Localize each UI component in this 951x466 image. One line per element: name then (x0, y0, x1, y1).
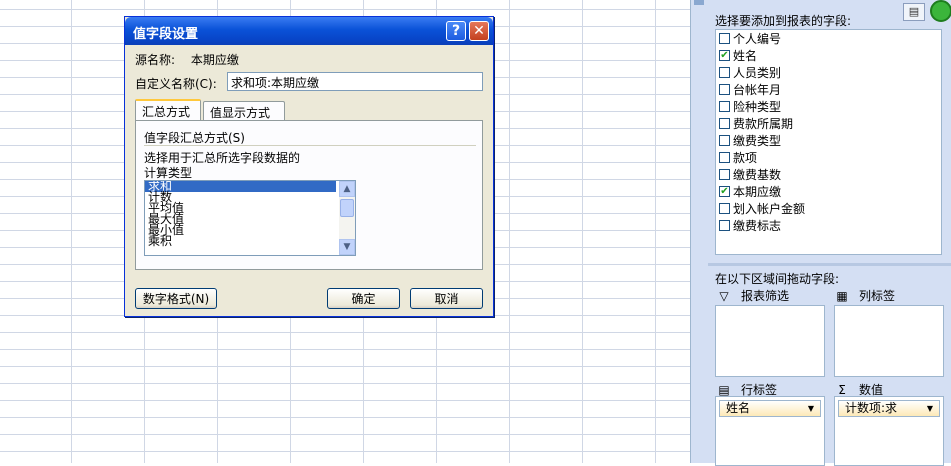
summary-group-title: 值字段汇总方式(S) (144, 131, 245, 145)
checkbox[interactable] (719, 67, 730, 78)
group-divider (144, 145, 476, 146)
pane-splitter[interactable] (690, 0, 708, 463)
tab-show-values-as[interactable]: 值显示方式 (203, 101, 285, 121)
checkbox-checked[interactable]: ✔ (719, 186, 730, 197)
column-labels-label: ▦ 列标签 (836, 288, 896, 303)
source-name-row: 源名称: 本期应缴 (135, 51, 251, 68)
scroll-down-icon[interactable]: ▼ (339, 239, 355, 255)
layout-options-icon[interactable]: ▤ (903, 3, 925, 21)
field-list: 个人编号 ✔ 姓名 人员类别 台帐年月 险种类型 费款所属期 缴费类型 款项 缴费… (715, 29, 942, 255)
value-field-settings-dialog: 值字段设置 ? ✕ 源名称: 本期应缴 自定义名称(C): 求和项:本期应缴 值… (124, 16, 494, 317)
custom-name-input[interactable]: 求和项:本期应缴 (227, 72, 483, 91)
filter-icon: ▽ (719, 288, 729, 303)
function-option[interactable]: 最小值 (145, 224, 336, 236)
pane-divider[interactable] (708, 263, 951, 266)
row-field-chip[interactable]: 姓名 ▼ (719, 400, 821, 417)
ok-button[interactable]: 确定 (327, 288, 400, 309)
checkbox[interactable] (719, 84, 730, 95)
field-item[interactable]: 缴费标志 (719, 217, 781, 234)
tab-summarize-by[interactable]: 汇总方式 (135, 99, 201, 122)
scroll-thumb[interactable] (340, 199, 354, 217)
column-labels-area[interactable] (834, 305, 944, 377)
field-item[interactable]: 缴费类型 (719, 132, 781, 149)
value-field-chip[interactable]: 计数项:求 ▼ (838, 400, 940, 417)
function-listbox[interactable]: 求和 计数 平均值 最大值 最小值 乘积 ▲ ▼ (144, 180, 356, 256)
report-filter-area[interactable] (715, 305, 825, 377)
checkbox[interactable] (719, 118, 730, 129)
field-item[interactable]: 个人编号 (719, 30, 781, 47)
checkbox[interactable] (719, 135, 730, 146)
field-item[interactable]: 险种类型 (719, 98, 781, 115)
field-item[interactable]: 划入帐户金额 (719, 200, 805, 217)
checkbox[interactable] (719, 203, 730, 214)
scroll-up-icon[interactable]: ▲ (339, 181, 355, 197)
rows-icon: ▤ (718, 382, 730, 397)
description-line-2: 计算类型 (144, 166, 193, 180)
values-area[interactable]: 计数项:求 ▼ (834, 396, 944, 466)
dialog-titlebar[interactable]: 值字段设置 ? ✕ (125, 17, 493, 45)
close-button[interactable]: ✕ (469, 21, 489, 41)
badge-icon (930, 0, 951, 22)
source-name-label: 源名称: (135, 53, 176, 67)
checkbox-checked[interactable]: ✔ (719, 50, 730, 61)
field-item[interactable]: 人员类别 (719, 64, 781, 81)
field-item[interactable]: 费款所属期 (719, 115, 793, 132)
cancel-button[interactable]: 取消 (410, 288, 483, 309)
drag-areas-title: 在以下区域间拖动字段: (715, 272, 840, 286)
checkbox[interactable] (719, 33, 730, 44)
function-option[interactable]: 求和 (145, 181, 336, 192)
row-labels-area[interactable]: 姓名 ▼ (715, 396, 825, 466)
field-list-title: 选择要添加到报表的字段: (715, 14, 852, 28)
dropdown-arrow-icon[interactable]: ▼ (808, 401, 814, 416)
field-item[interactable]: 缴费基数 (719, 166, 781, 183)
dropdown-arrow-icon[interactable]: ▼ (927, 401, 933, 416)
field-item[interactable]: ✔ 姓名 (719, 47, 757, 64)
custom-name-label: 自定义名称(C): (135, 77, 217, 91)
listbox-scrollbar[interactable]: ▲ ▼ (339, 181, 355, 255)
field-item[interactable]: ✔ 本期应缴 (719, 183, 781, 200)
field-item[interactable]: 台帐年月 (719, 81, 781, 98)
columns-icon: ▦ (836, 288, 848, 303)
checkbox[interactable] (719, 152, 730, 163)
number-format-button[interactable]: 数字格式(N) (135, 288, 217, 309)
source-name-value: 本期应缴 (190, 53, 239, 67)
sigma-icon: Σ (838, 382, 846, 397)
checkbox[interactable] (719, 101, 730, 112)
grip-handle[interactable] (694, 0, 704, 5)
checkbox[interactable] (719, 169, 730, 180)
field-item[interactable]: 款项 (719, 149, 757, 166)
summarize-tab-panel: 值字段汇总方式(S) 选择用于汇总所选字段数据的 计算类型 求和 计数 平均值 … (135, 120, 483, 270)
dialog-title: 值字段设置 (133, 27, 199, 42)
function-option[interactable]: 乘积 (145, 235, 336, 247)
help-button[interactable]: ? (446, 21, 466, 41)
checkbox[interactable] (719, 220, 730, 231)
report-filter-label: ▽ 报表筛选 (717, 287, 789, 304)
pivot-field-list: ▤ 选择要添加到报表的字段: 个人编号 ✔ 姓名 人员类别 台帐年月 险种类型 费… (708, 0, 951, 466)
